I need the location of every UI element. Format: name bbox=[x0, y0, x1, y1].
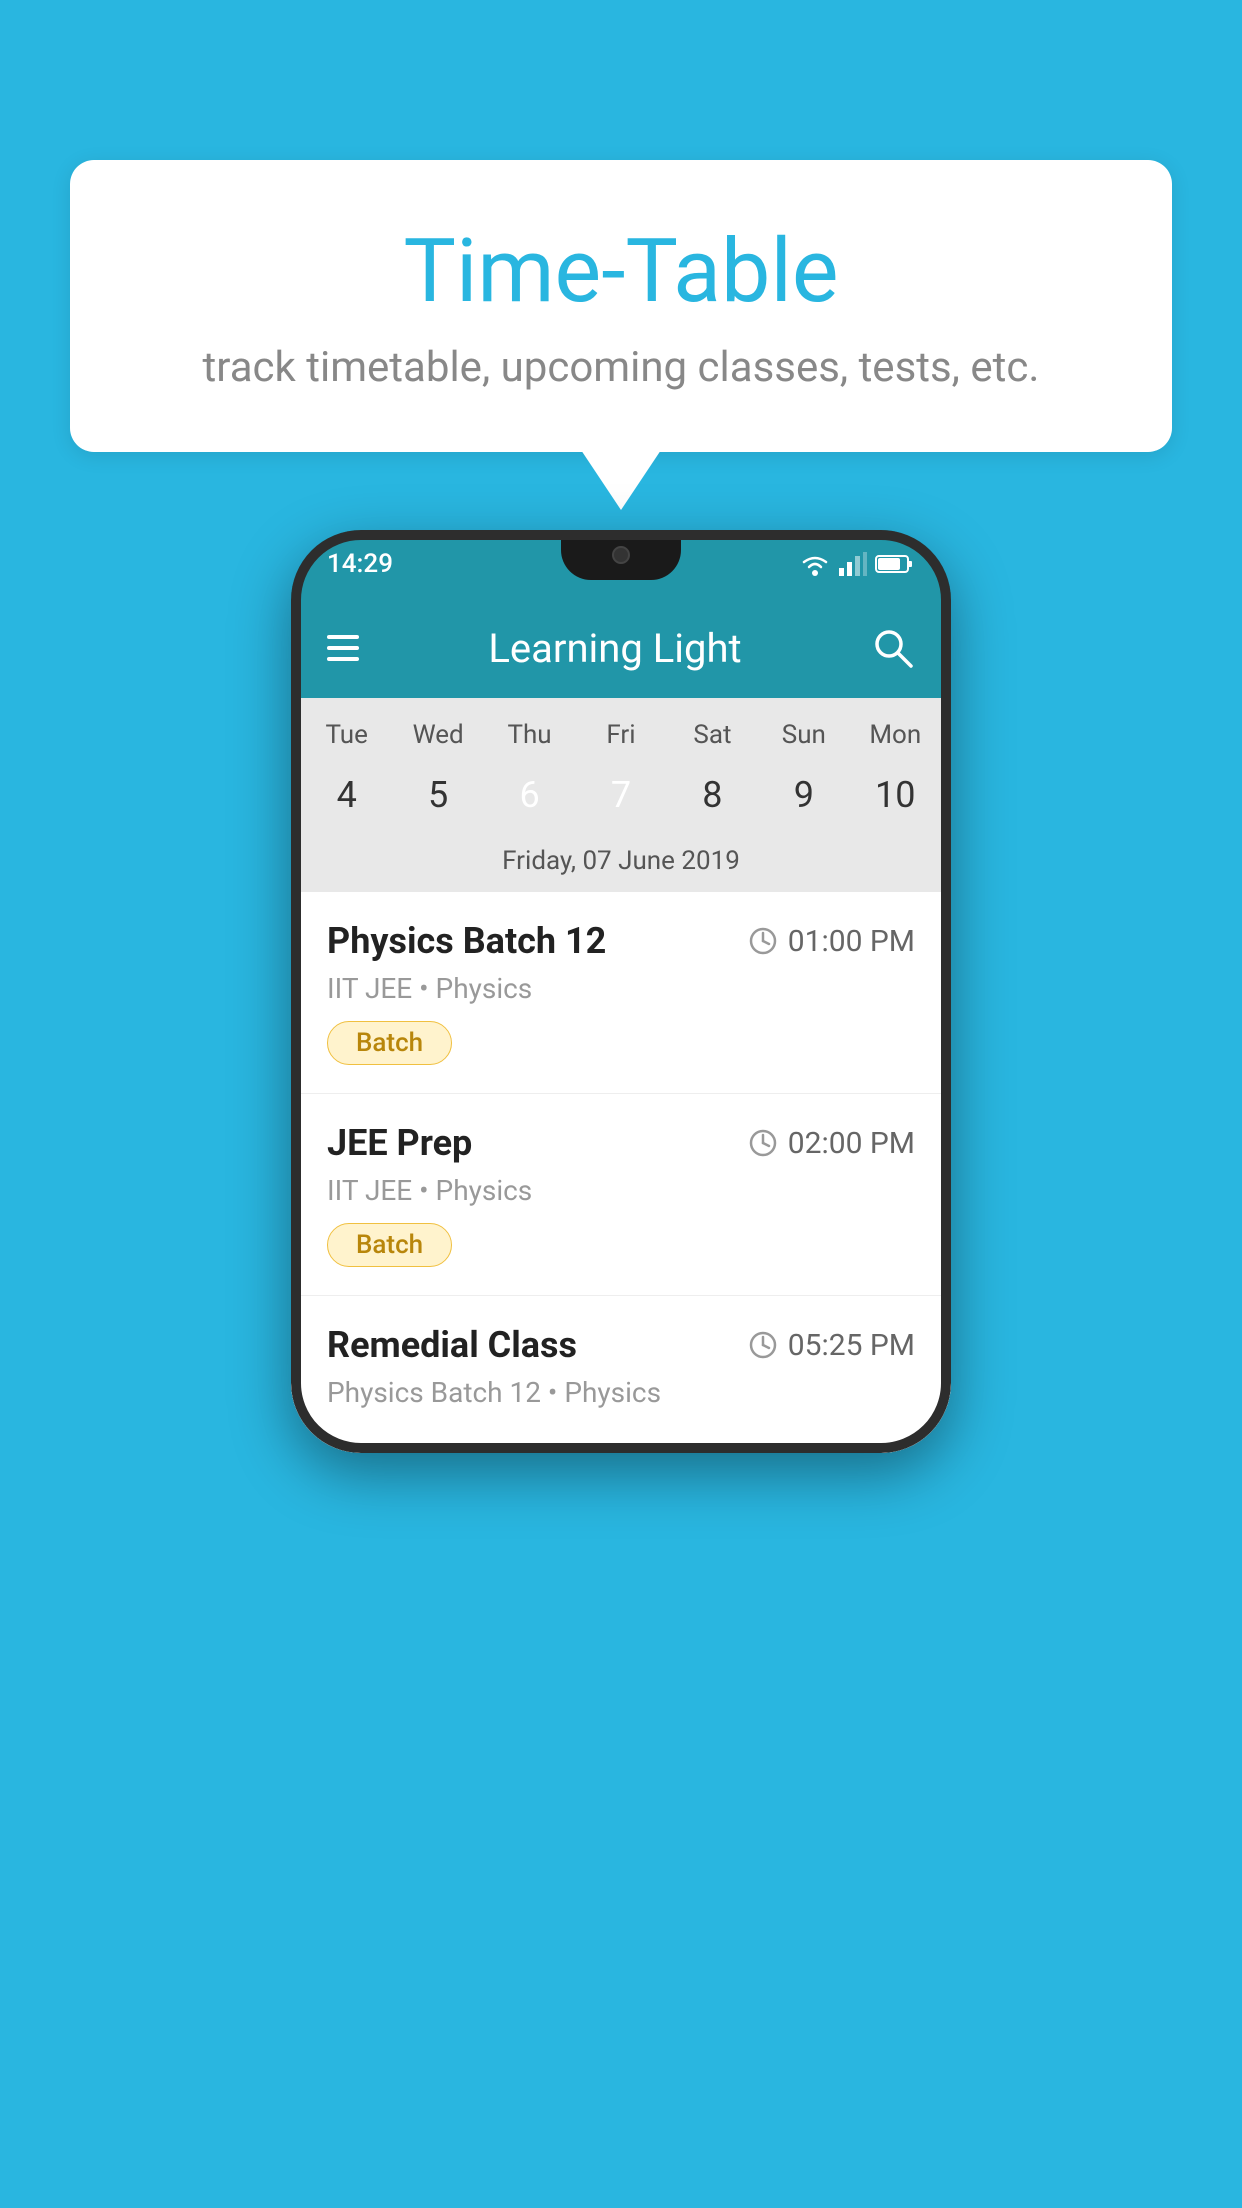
calendar-strip: Tue Wed Thu Fri Sat Sun Mon 4 5 6 bbox=[291, 698, 951, 892]
schedule-item-2-header: JEE Prep 02:00 PM bbox=[327, 1122, 915, 1164]
search-icon[interactable] bbox=[871, 626, 915, 670]
app-feature-title: Time-Table bbox=[150, 220, 1092, 323]
date-9[interactable]: 9 bbox=[758, 764, 849, 826]
app-title: Learning Light bbox=[488, 625, 741, 672]
day-numbers: 4 5 6 7 8 9 10 bbox=[291, 756, 951, 838]
clock-icon-1 bbox=[748, 926, 778, 956]
today-circle bbox=[497, 762, 563, 828]
battery-icon bbox=[875, 554, 915, 574]
signal-icon bbox=[839, 552, 867, 576]
notch bbox=[561, 530, 681, 580]
schedule-item-1-header: Physics Batch 12 01:00 PM bbox=[327, 920, 915, 962]
day-labels: Tue Wed Thu Fri Sat Sun Mon bbox=[291, 714, 951, 756]
speech-bubble-arrow bbox=[581, 450, 661, 510]
front-camera bbox=[612, 546, 630, 564]
day-tue: Tue bbox=[301, 714, 392, 756]
date-10[interactable]: 10 bbox=[850, 764, 941, 826]
day-wed: Wed bbox=[392, 714, 483, 756]
speech-bubble: Time-Table track timetable, upcoming cla… bbox=[70, 160, 1172, 452]
schedule-item-1-time-text: 01:00 PM bbox=[788, 924, 915, 959]
selected-date-label: Friday, 07 June 2019 bbox=[291, 838, 951, 892]
date-5[interactable]: 5 bbox=[392, 764, 483, 826]
schedule-item-3-time: 05:25 PM bbox=[748, 1328, 915, 1363]
schedule-item-2-subtitle: IIT JEE • Physics bbox=[327, 1174, 915, 1207]
date-8[interactable]: 8 bbox=[667, 764, 758, 826]
phone-frame: 14:29 bbox=[291, 530, 951, 1453]
selected-circle bbox=[588, 762, 654, 828]
schedule-item-1-title: Physics Batch 12 bbox=[327, 920, 606, 962]
status-bar: 14:29 bbox=[291, 530, 951, 598]
hamburger-line-3 bbox=[327, 657, 359, 661]
hamburger-line-2 bbox=[327, 646, 359, 650]
schedule-item-1[interactable]: Physics Batch 12 01:00 PM IIT JEE • Phys… bbox=[291, 892, 951, 1094]
day-thu: Thu bbox=[484, 714, 575, 756]
day-mon: Mon bbox=[850, 714, 941, 756]
schedule-item-2-title: JEE Prep bbox=[327, 1122, 472, 1164]
schedule-item-1-tag: Batch bbox=[327, 1021, 452, 1065]
schedule-item-2[interactable]: JEE Prep 02:00 PM IIT JEE • Physics Batc… bbox=[291, 1094, 951, 1296]
day-sat: Sat bbox=[667, 714, 758, 756]
schedule-item-3-subtitle: Physics Batch 12 • Physics bbox=[327, 1376, 915, 1409]
hamburger-line-1 bbox=[327, 635, 359, 639]
schedule-item-2-tag: Batch bbox=[327, 1223, 452, 1267]
schedule-item-3[interactable]: Remedial Class 05:25 PM Physics Batch 12… bbox=[291, 1296, 951, 1453]
schedule-item-2-time-text: 02:00 PM bbox=[788, 1126, 915, 1161]
day-fri: Fri bbox=[575, 714, 666, 756]
day-sun: Sun bbox=[758, 714, 849, 756]
app-header: Learning Light bbox=[291, 598, 951, 698]
date-4[interactable]: 4 bbox=[301, 764, 392, 826]
app-feature-subtitle: track timetable, upcoming classes, tests… bbox=[150, 343, 1092, 392]
schedule-item-3-title: Remedial Class bbox=[327, 1324, 577, 1366]
clock-icon-3 bbox=[748, 1330, 778, 1360]
schedule-item-2-time: 02:00 PM bbox=[748, 1126, 915, 1161]
schedule-item-3-time-text: 05:25 PM bbox=[788, 1328, 915, 1363]
schedule-list: Physics Batch 12 01:00 PM IIT JEE • Phys… bbox=[291, 892, 951, 1453]
clock-icon-2 bbox=[748, 1128, 778, 1158]
date-7-selected[interactable]: 7 bbox=[575, 764, 666, 826]
schedule-item-1-time: 01:00 PM bbox=[748, 924, 915, 959]
schedule-item-3-header: Remedial Class 05:25 PM bbox=[327, 1324, 915, 1366]
wifi-icon bbox=[799, 551, 831, 577]
status-icons bbox=[799, 551, 915, 577]
schedule-item-1-subtitle: IIT JEE • Physics bbox=[327, 972, 915, 1005]
hamburger-menu-button[interactable] bbox=[327, 635, 359, 661]
speech-bubble-container: Time-Table track timetable, upcoming cla… bbox=[70, 160, 1172, 510]
date-6-today[interactable]: 6 bbox=[484, 764, 575, 826]
status-time: 14:29 bbox=[327, 549, 393, 579]
phone-mockup: 14:29 bbox=[291, 530, 951, 1453]
